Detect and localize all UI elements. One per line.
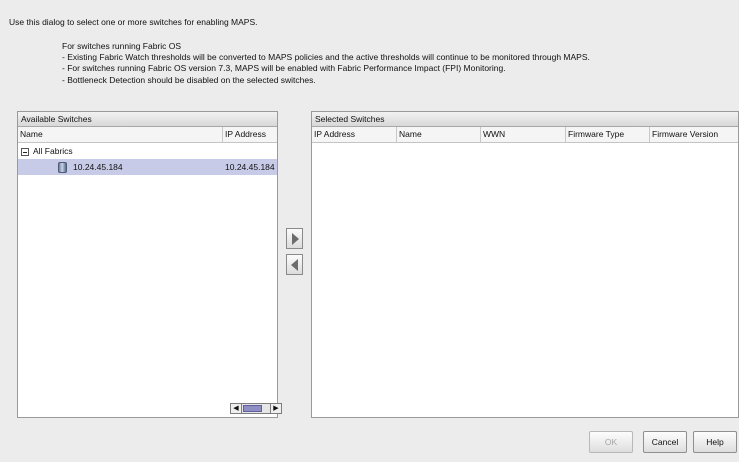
tree-node-label: All Fabrics <box>33 146 73 156</box>
horizontal-scrollbar[interactable]: ◀ ▶ <box>230 403 282 414</box>
available-switches-header: Name IP Address <box>18 127 277 143</box>
available-switches-panel: Available Switches Name IP Address All F… <box>17 111 282 418</box>
remove-switch-button[interactable] <box>286 254 303 275</box>
cancel-button[interactable]: Cancel <box>643 431 687 453</box>
selected-switches-title: Selected Switches <box>312 112 738 127</box>
switch-icon <box>58 162 67 174</box>
dialog-intro-text: Use this dialog to select one or more sw… <box>9 17 258 27</box>
arrow-left-icon <box>290 258 298 271</box>
column-header-ip-address[interactable]: IP Address <box>223 127 277 142</box>
available-switches-title: Available Switches <box>18 112 277 127</box>
switch-name: 10.24.45.184 <box>73 162 123 172</box>
arrow-right-icon <box>291 232 299 245</box>
note-line: For switches running Fabric OS <box>62 41 182 51</box>
note-line: - Bottleneck Detection should be disable… <box>62 74 316 85</box>
selected-switches-panel: Selected Switches IP Address Name WWN Fi… <box>311 111 739 418</box>
ok-button[interactable]: OK <box>589 431 633 453</box>
note-line: - Existing Fabric Watch thresholds will … <box>62 52 590 63</box>
help-button[interactable]: Help <box>693 431 737 453</box>
scroll-right-icon[interactable]: ▶ <box>270 404 281 413</box>
column-header-name[interactable]: Name <box>397 127 481 142</box>
dialog-notes: For switches running Fabric OS - Existin… <box>62 41 590 86</box>
add-switch-button[interactable] <box>286 228 303 249</box>
scroll-left-icon[interactable]: ◀ <box>231 404 242 413</box>
column-header-firmware-version[interactable]: Firmware Version <box>650 127 738 142</box>
column-header-ip-address[interactable]: IP Address <box>312 127 397 142</box>
selected-switches-header: IP Address Name WWN Firmware Type Firmwa… <box>312 127 738 143</box>
collapse-icon[interactable] <box>21 147 29 156</box>
column-header-wwn[interactable]: WWN <box>481 127 566 142</box>
tree-node-switch[interactable]: 10.24.45.184 10.24.45.184 <box>18 159 277 175</box>
note-line: - For switches running Fabric OS version… <box>62 63 506 74</box>
column-header-firmware-type[interactable]: Firmware Type <box>566 127 650 142</box>
scroll-thumb[interactable] <box>243 405 262 412</box>
tree-node-all-fabrics[interactable]: All Fabrics <box>18 143 277 159</box>
switch-ip-address: 10.24.45.184 <box>225 162 275 172</box>
column-header-name[interactable]: Name <box>18 127 223 142</box>
